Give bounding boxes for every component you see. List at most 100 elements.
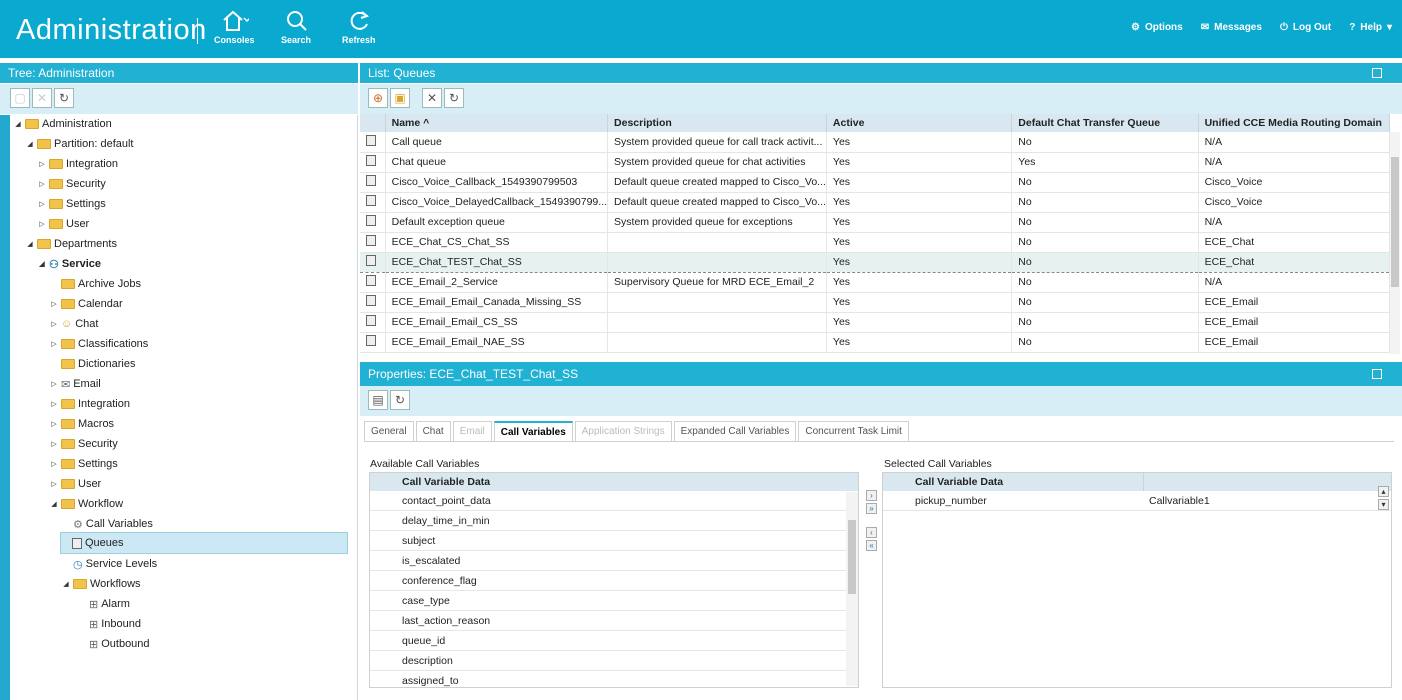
table-row-selected[interactable]: ECE_Chat_TEST_Chat_SS Yes No ECE_Chat [360, 251, 1391, 273]
column-header[interactable]: Active [826, 114, 1013, 132]
tree-item-user[interactable]: ▷ User [38, 214, 89, 234]
consoles-button[interactable]: Consoles [214, 8, 255, 45]
column-header[interactable]: Description [607, 114, 827, 132]
tab-general[interactable]: General [364, 421, 414, 441]
tree-title: Tree: Administration [0, 63, 358, 83]
add-arrow-icon[interactable]: › [866, 490, 877, 501]
scroll-thumb[interactable] [1391, 157, 1399, 287]
tab-concurrent-task-limit[interactable]: Concurrent Task Limit [798, 421, 909, 441]
tree-item-email[interactable]: ▷ ✉ Email [50, 374, 100, 394]
tree-item-alarm[interactable]: ⊞ Alarm [78, 594, 130, 614]
table-row[interactable]: Chat queue System provided queue for chat… [360, 152, 1391, 173]
tree-item-workflow[interactable]: ◢ Workflow [50, 494, 123, 514]
tree-item-dept-security[interactable]: ▷ Security [50, 434, 117, 454]
tree-item-calendar[interactable]: ▷ Calendar [50, 294, 122, 314]
collapse-icon: ▷ [39, 161, 45, 168]
new-folder-icon[interactable]: ▣ [390, 88, 410, 108]
column-header[interactable]: Unified CCE Media Routing Domain [1198, 114, 1391, 132]
queue-icon [366, 235, 376, 246]
list-item[interactable]: is_escalated [370, 551, 858, 571]
tree-item-partition[interactable]: ◢ Partition: default [26, 134, 133, 154]
folder-icon [61, 499, 75, 509]
consoles-label: Consoles [214, 35, 255, 45]
refresh-button[interactable]: Refresh [342, 8, 376, 45]
refresh-list-icon[interactable]: ↻ [444, 88, 464, 108]
table-row[interactable]: Call queue System provided queue for call… [360, 132, 1391, 153]
scroll-thumb[interactable] [848, 520, 856, 594]
column-header[interactable]: Name ^ [385, 114, 609, 132]
logout-link[interactable]: ⏻ Log Out [1280, 22, 1331, 33]
list-item[interactable]: conference_flag [370, 571, 858, 591]
remove-all-arrow-icon[interactable]: « [866, 540, 877, 551]
tree-item-chat[interactable]: ▷ ☺ Chat [50, 314, 98, 334]
tree-item-integration[interactable]: ▷ Integration [38, 154, 118, 174]
list-item[interactable]: contact_point_data [370, 491, 858, 511]
table-row[interactable]: ECE_Email_Email_Canada_Missing_SS Yes No EC… [360, 292, 1391, 313]
move-up-icon[interactable]: ▴ [1378, 486, 1389, 497]
tree-item-dictionaries[interactable]: Dictionaries [50, 354, 135, 374]
tree-item-outbound[interactable]: ⊞ Outbound [78, 634, 150, 654]
tree-item-security[interactable]: ▷ Security [38, 174, 105, 194]
delete-icon[interactable]: ✕ [422, 88, 442, 108]
tree-item-service-levels[interactable]: ◷ Service Levels [62, 554, 157, 574]
tree-item-call-variables[interactable]: ⚙ Call Variables [62, 514, 153, 534]
list-item[interactable]: queue_id [370, 631, 858, 651]
selected-list-item[interactable]: pickup_number Callvariable1 [883, 491, 1391, 511]
tree-refresh-icon[interactable]: ↻ [54, 88, 74, 108]
messages-link[interactable]: ✉ Messages [1201, 22, 1262, 33]
available-scrollbar[interactable] [846, 492, 858, 686]
table-row[interactable]: Cisco_Voice_DelayedCallback_1549390799..… [360, 192, 1391, 213]
help-label: Help [1360, 22, 1382, 33]
tab-chat[interactable]: Chat [415, 421, 451, 441]
column-header[interactable]: Default Chat Transfer Queue [1011, 114, 1199, 132]
tree-item-dept-settings[interactable]: ▷ Settings [50, 454, 117, 474]
tree-item-inbound[interactable]: ⊞ Inbound [78, 614, 141, 634]
tree-item-departments[interactable]: ◢ Departments [26, 234, 117, 254]
workflow-icon: ⊞ [89, 598, 99, 611]
queues-table: Name ^ Description Active Default Chat T… [360, 114, 1391, 353]
table-row[interactable]: Cisco_Voice_Callback_1549390799503 Defaul… [360, 172, 1391, 193]
cell: Yes [1011, 152, 1199, 173]
save-icon[interactable]: ▤ [368, 390, 388, 410]
tree-item-dept-integration[interactable]: ▷ Integration [50, 394, 130, 414]
move-down-icon[interactable]: ▾ [1378, 499, 1389, 510]
minimize-icon[interactable] [1372, 68, 1382, 78]
tree-item-administration[interactable]: ◢ Administration [14, 114, 111, 134]
tab-expanded-call-variables[interactable]: Expanded Call Variables [673, 421, 797, 441]
remove-arrow-icon[interactable]: ‹ [866, 527, 877, 538]
tree-item-workflows[interactable]: ◢ Workflows [62, 574, 140, 594]
tree-item-classifications[interactable]: ▷ Classifications [50, 334, 148, 354]
cell: No [1011, 212, 1199, 233]
list-item[interactable]: last_action_reason [370, 611, 858, 631]
list-item[interactable]: assigned_to [370, 671, 858, 687]
tree-item-queues[interactable]: Queues [60, 532, 348, 554]
refresh-props-icon[interactable]: ↻ [390, 390, 410, 410]
new-icon[interactable]: ⊕ [368, 88, 388, 108]
list-item[interactable]: case_type [370, 591, 858, 611]
minimize-icon[interactable] [1372, 369, 1382, 379]
table-row[interactable]: Default exception queue System provided q… [360, 212, 1391, 233]
tree-delete-icon[interactable]: ✕ [32, 88, 52, 108]
table-row[interactable]: ECE_Chat_CS_Chat_SS Yes No ECE_Chat [360, 232, 1391, 253]
list-item[interactable]: description [370, 651, 858, 671]
table-row[interactable]: ECE_Email_Email_NAE_SS Yes No ECE_Email [360, 332, 1391, 353]
folder-icon [37, 139, 51, 149]
tree-item-service[interactable]: ◢ ⚇ Service [38, 254, 101, 274]
tree-new-icon[interactable]: ▢ [10, 88, 30, 108]
list-item[interactable]: subject [370, 531, 858, 551]
table-row[interactable]: ECE_Email_Email_CS_SS Yes No ECE_Email [360, 312, 1391, 333]
folder-icon [61, 339, 75, 349]
list-item[interactable]: delay_time_in_min [370, 511, 858, 531]
tree-item-archive-jobs[interactable]: Archive Jobs [50, 274, 141, 294]
list-scrollbar[interactable] [1390, 132, 1400, 354]
tree-item-dept-user[interactable]: ▷ User [50, 474, 101, 494]
tree-item-macros[interactable]: ▷ Macros [50, 414, 114, 434]
available-col-header: Call Variable Data [370, 473, 858, 491]
table-row[interactable]: ECE_Email_2_Service Supervisory Queue for… [360, 272, 1391, 293]
options-link[interactable]: ⚙ Options [1131, 22, 1183, 33]
tab-call-variables[interactable]: Call Variables [493, 421, 573, 441]
add-all-arrow-icon[interactable]: » [866, 503, 877, 514]
help-link[interactable]: ? Help ▾ [1349, 22, 1392, 33]
tree-item-settings[interactable]: ▷ Settings [38, 194, 105, 214]
search-button[interactable]: Search [281, 8, 311, 45]
